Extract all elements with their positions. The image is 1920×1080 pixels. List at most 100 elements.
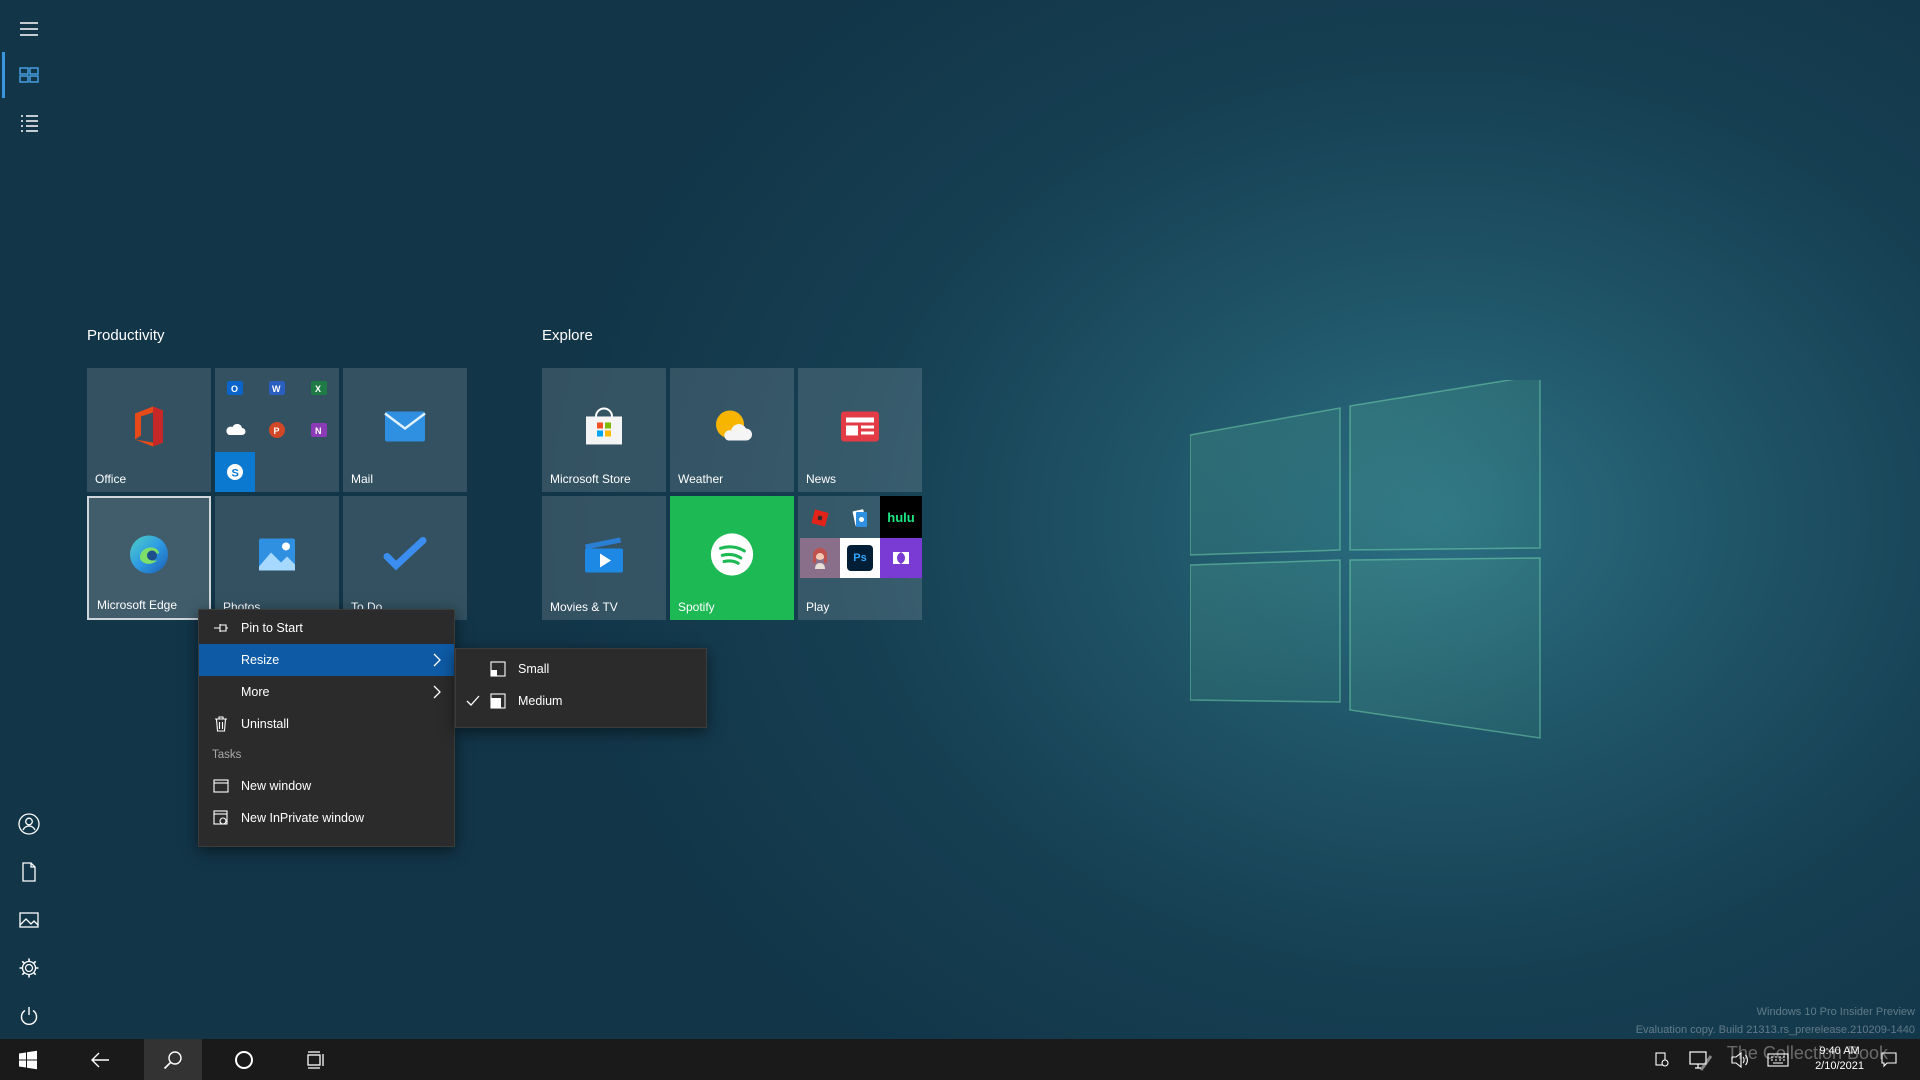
menu-item-new-inprivate-window[interactable]: New InPrivate window <box>199 802 454 834</box>
hulu-wordmark: hulu <box>887 509 915 525</box>
submenu-item-medium[interactable]: Medium <box>456 685 706 717</box>
resize-submenu: Small Medium <box>455 648 707 728</box>
settings-button[interactable] <box>0 945 58 991</box>
svg-text:X: X <box>315 384 321 394</box>
start-button[interactable] <box>0 1039 56 1080</box>
search-button[interactable] <box>144 1039 202 1080</box>
photoshop-wordmark: Ps <box>853 552 867 564</box>
tile-label: Microsoft Edge <box>97 598 178 612</box>
network-button[interactable] <box>1680 1039 1720 1080</box>
people-icon <box>1655 1051 1669 1067</box>
submenu-item-small[interactable]: Small <box>456 653 706 685</box>
cortana-button[interactable] <box>216 1039 272 1080</box>
search-icon <box>163 1050 182 1069</box>
roblox-icon <box>800 498 840 538</box>
start-left-rail <box>0 0 58 1039</box>
tile-office[interactable]: Office <box>87 368 211 492</box>
tile-play-folder[interactable]: hulu Ps Play <box>798 496 922 620</box>
tile-label: Spotify <box>678 600 715 614</box>
window-icon <box>213 778 229 794</box>
hamburger-menu-button[interactable] <box>0 6 58 52</box>
tile-mail[interactable]: Mail <box>343 368 467 492</box>
skype-icon: S <box>215 452 255 492</box>
tile-context-menu: Pin to Start Resize More Uninstall Tasks… <box>198 609 455 847</box>
build-watermark-line1: Windows 10 Pro Insider Preview <box>1756 1006 1915 1018</box>
task-view-icon <box>307 1050 324 1069</box>
tile-movies-tv[interactable]: Movies & TV <box>542 496 666 620</box>
group-title-explore[interactable]: Explore <box>542 327 593 344</box>
office-icon <box>127 404 171 448</box>
menu-item-label: New InPrivate window <box>241 811 364 825</box>
tile-label: Play <box>806 600 830 614</box>
submenu-item-label: Small <box>518 662 550 676</box>
menu-item-uninstall[interactable]: Uninstall <box>199 708 454 740</box>
tile-label: Microsoft Store <box>550 472 631 486</box>
menu-item-more[interactable]: More <box>199 676 454 708</box>
solitaire-icon <box>840 498 880 538</box>
svg-text:P: P <box>274 426 280 436</box>
pin-icon <box>213 620 229 636</box>
menu-item-new-window[interactable]: New window <box>199 770 454 802</box>
inprivate-window-icon <box>213 810 229 826</box>
back-icon <box>91 1052 109 1067</box>
photoshop-icon: Ps <box>840 538 880 578</box>
pictures-icon <box>19 912 39 928</box>
tile-label: Office <box>95 472 127 486</box>
tile-news[interactable]: News <box>798 368 922 492</box>
game-character-icon <box>800 538 840 578</box>
menu-item-label: New window <box>241 779 312 793</box>
menu-item-label: Resize <box>241 653 280 667</box>
tile-to-do[interactable]: To Do <box>343 496 467 620</box>
svg-text:N: N <box>315 426 322 436</box>
documents-icon <box>22 862 36 882</box>
group-title-productivity[interactable]: Productivity <box>87 327 165 344</box>
action-center-button[interactable] <box>1874 1039 1904 1080</box>
tile-weather[interactable]: Weather <box>670 368 794 492</box>
tile-label: Movies & TV <box>550 600 618 614</box>
settings-gear-icon <box>19 958 39 978</box>
menu-item-label: Uninstall <box>241 717 289 731</box>
network-icon <box>1689 1050 1713 1071</box>
tile-spotify[interactable]: Spotify <box>670 496 794 620</box>
powerpoint-icon: P <box>257 410 297 450</box>
tile-photos[interactable]: Photos <box>215 496 339 620</box>
action-center-icon <box>1881 1051 1897 1067</box>
hamburger-menu-icon <box>20 22 38 36</box>
user-account-icon <box>18 813 40 835</box>
mail-icon <box>383 404 427 448</box>
news-icon <box>838 404 882 448</box>
hulu-icon: hulu <box>880 496 922 538</box>
build-watermark-line2: Evaluation copy. Build 21313.rs_prerelea… <box>1635 1024 1915 1036</box>
tile-office-apps-folder[interactable]: O W X P N S <box>215 368 339 492</box>
pinned-tiles-button[interactable] <box>0 52 58 98</box>
cortana-icon <box>235 1050 253 1069</box>
onedrive-icon <box>215 410 255 450</box>
chevron-right-icon <box>433 653 441 667</box>
todo-icon <box>383 532 427 576</box>
power-button[interactable] <box>0 993 58 1039</box>
wallpaper-windows-logo <box>1190 380 1541 739</box>
menu-item-pin-to-start[interactable]: Pin to Start <box>199 612 454 644</box>
pictures-button[interactable] <box>0 897 58 943</box>
tile-microsoft-edge[interactable]: Microsoft Edge <box>87 496 211 620</box>
menu-item-resize[interactable]: Resize <box>199 644 454 676</box>
outlook-icon: O <box>215 368 255 408</box>
documents-button[interactable] <box>0 849 58 895</box>
svg-text:O: O <box>231 384 238 394</box>
checkmark-icon <box>466 695 486 707</box>
people-button[interactable] <box>1650 1039 1674 1080</box>
back-button[interactable] <box>72 1039 128 1080</box>
power-icon <box>20 1007 38 1025</box>
chevron-right-icon <box>433 685 441 699</box>
pinned-tiles-icon <box>19 67 39 83</box>
photos-icon <box>255 532 299 576</box>
all-apps-button[interactable] <box>0 100 58 146</box>
tile-label: Weather <box>678 472 724 486</box>
small-tile-icon <box>490 661 506 677</box>
tile-microsoft-store[interactable]: Microsoft Store <box>542 368 666 492</box>
svg-text:W: W <box>272 384 281 394</box>
weather-icon <box>710 404 754 448</box>
task-view-button[interactable] <box>288 1039 344 1080</box>
user-account-button[interactable] <box>0 801 58 847</box>
spotify-icon <box>710 532 754 576</box>
